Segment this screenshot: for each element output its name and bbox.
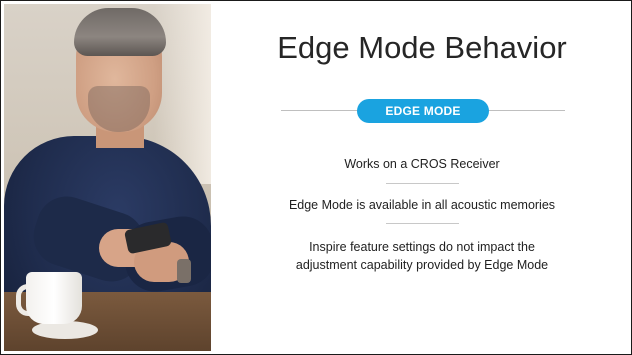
divider [386,183,459,184]
point-cros-receiver: Works on a CROS Receiver [344,157,500,171]
point-acoustic-memories: Edge Mode is available in all acoustic m… [288,198,556,212]
badge-rule-right [483,110,565,111]
man-using-phone-photo [4,4,211,351]
presentation-slide: Edge Mode Behavior EDGE MODE Works on a … [0,0,632,355]
slide-title: Edge Mode Behavior [277,30,567,65]
slide-content: Edge Mode Behavior EDGE MODE Works on a … [213,4,631,351]
hair [74,8,166,56]
wristwatch [177,259,191,283]
point-inspire-settings: Inspire feature settings do not impact t… [295,240,549,272]
edge-mode-badge: EDGE MODE [357,99,489,123]
divider [386,223,459,224]
badge-rule-left [281,110,361,111]
coffee-cup [26,272,82,324]
